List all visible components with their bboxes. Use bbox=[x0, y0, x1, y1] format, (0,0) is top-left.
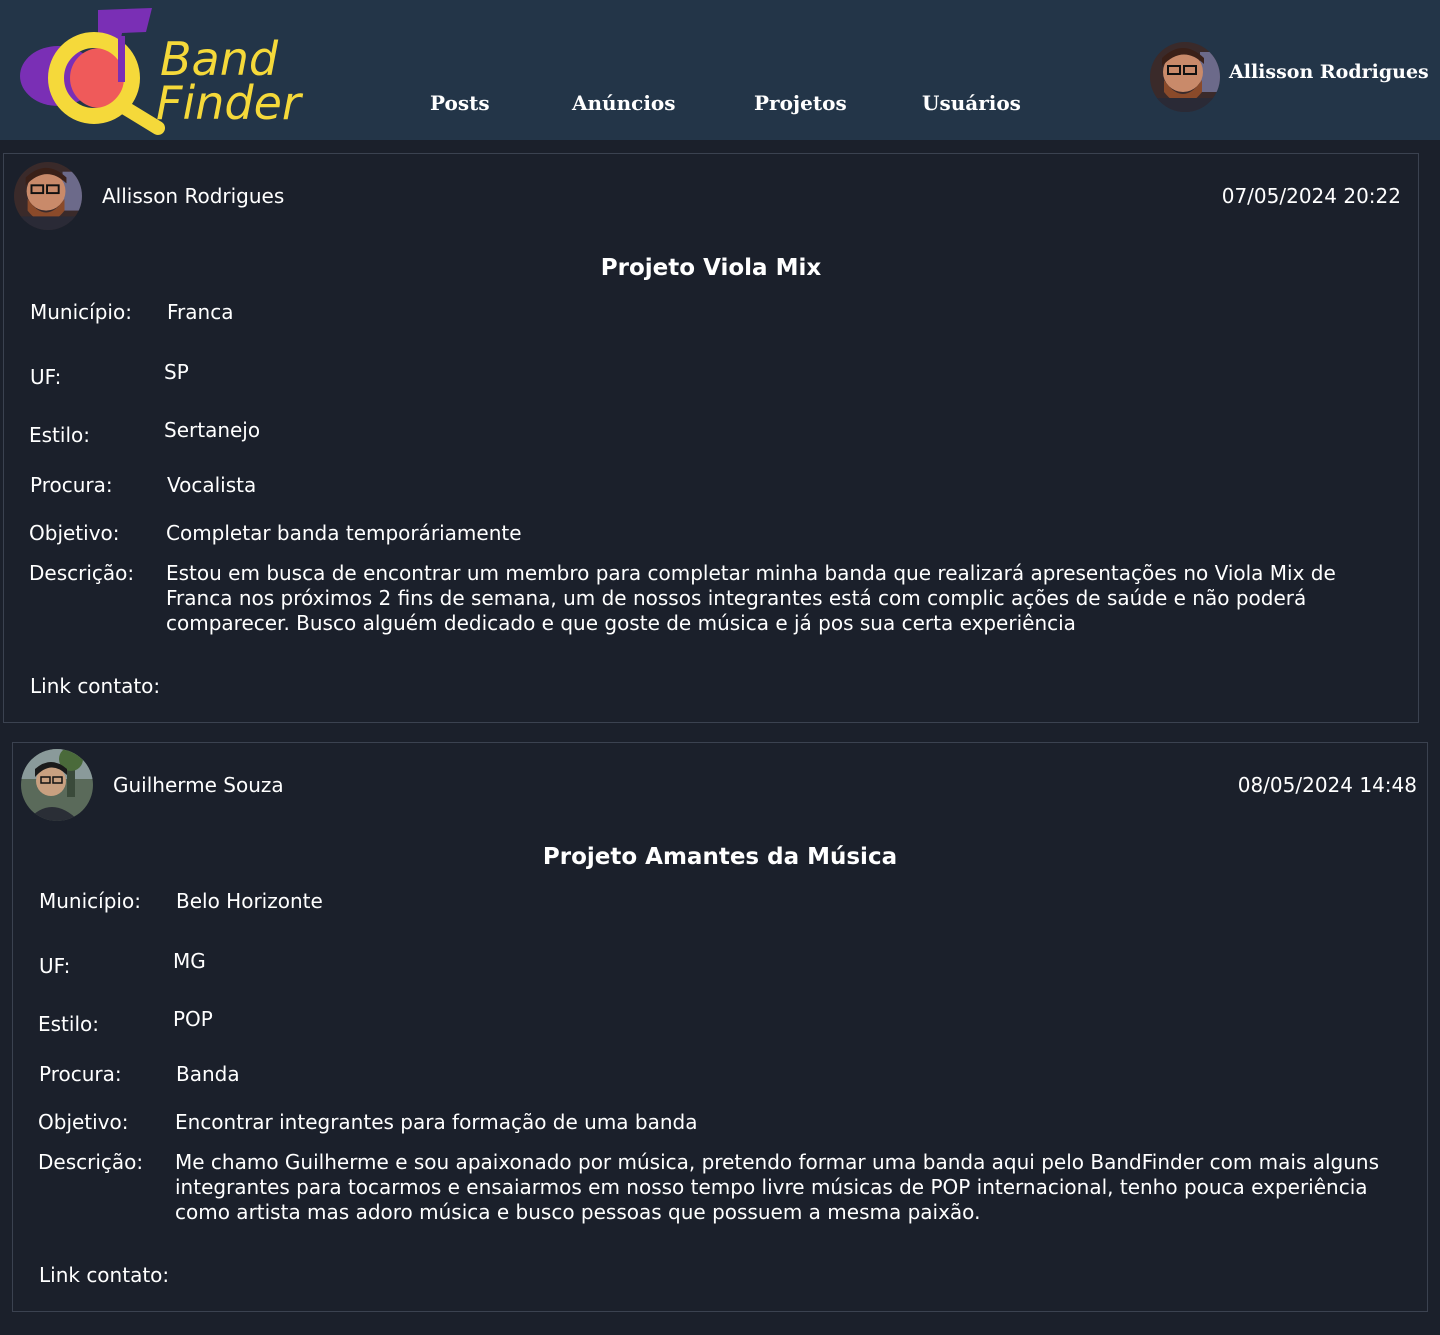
label-procura: Procura: bbox=[39, 1062, 122, 1086]
post-title: Projeto Viola Mix bbox=[600, 255, 822, 281]
label-uf: UF: bbox=[30, 365, 62, 389]
value-descricao: Estou em busca de encontrar um membro pa… bbox=[166, 561, 1336, 635]
post-author-avatar[interactable] bbox=[14, 162, 82, 230]
label-municipio: Município: bbox=[39, 889, 141, 913]
post-title: Projeto Amantes da Música bbox=[542, 844, 898, 870]
post-card: Guilherme Souza 08/05/2024 14:48 Projeto… bbox=[12, 742, 1428, 1312]
post-author-name[interactable]: Allisson Rodrigues bbox=[102, 184, 284, 208]
value-objetivo: Completar banda temporáriamente bbox=[166, 521, 522, 545]
label-link-contato: Link contato: bbox=[30, 674, 161, 698]
label-descricao: Descrição: bbox=[38, 1150, 144, 1174]
header-user-avatar[interactable] bbox=[1150, 42, 1220, 112]
label-estilo: Estilo: bbox=[29, 423, 90, 447]
label-procura: Procura: bbox=[30, 473, 113, 497]
value-uf: MG bbox=[173, 949, 206, 973]
label-uf: UF: bbox=[39, 954, 71, 978]
logo-text-finder: Finder bbox=[156, 76, 301, 130]
label-link-contato: Link contato: bbox=[39, 1263, 170, 1287]
top-header: Band Finder Posts Anúncios Projetos Usuá… bbox=[0, 0, 1440, 140]
label-estilo: Estilo: bbox=[38, 1012, 99, 1036]
value-objetivo: Encontrar integrantes para formação de u… bbox=[175, 1110, 698, 1134]
value-estilo: Sertanejo bbox=[164, 418, 261, 442]
value-uf: SP bbox=[164, 360, 189, 384]
post-author-name[interactable]: Guilherme Souza bbox=[113, 773, 284, 797]
nav-anuncios[interactable]: Anúncios bbox=[572, 91, 676, 115]
post-card: Allisson Rodrigues 07/05/2024 20:22 Proj… bbox=[3, 153, 1419, 723]
nav-projetos[interactable]: Projetos bbox=[754, 91, 847, 115]
post-date: 07/05/2024 20:22 bbox=[1221, 184, 1401, 208]
user-avatar-icon bbox=[21, 749, 93, 821]
label-municipio: Município: bbox=[30, 300, 132, 324]
header-user-name[interactable]: Allisson Rodrigues bbox=[1229, 61, 1429, 83]
value-municipio: Belo Horizonte bbox=[176, 889, 323, 913]
value-descricao: Me chamo Guilherme e sou apaixonado por … bbox=[175, 1150, 1380, 1224]
post-date: 08/05/2024 14:48 bbox=[1237, 773, 1417, 797]
nav-usuarios[interactable]: Usuários bbox=[922, 91, 1021, 115]
label-objetivo: Objetivo: bbox=[29, 521, 120, 545]
value-estilo: POP bbox=[173, 1007, 213, 1031]
value-procura: Vocalista bbox=[167, 473, 257, 497]
value-procura: Banda bbox=[176, 1062, 240, 1086]
bandfinder-logo[interactable]: Band Finder bbox=[18, 6, 318, 136]
label-objetivo: Objetivo: bbox=[38, 1110, 129, 1134]
value-municipio: Franca bbox=[167, 300, 234, 324]
post-author-avatar[interactable] bbox=[21, 749, 93, 821]
user-avatar-icon bbox=[14, 162, 82, 230]
user-avatar-icon bbox=[1150, 42, 1220, 112]
nav-posts[interactable]: Posts bbox=[430, 91, 490, 115]
label-descricao: Descrição: bbox=[29, 561, 135, 585]
